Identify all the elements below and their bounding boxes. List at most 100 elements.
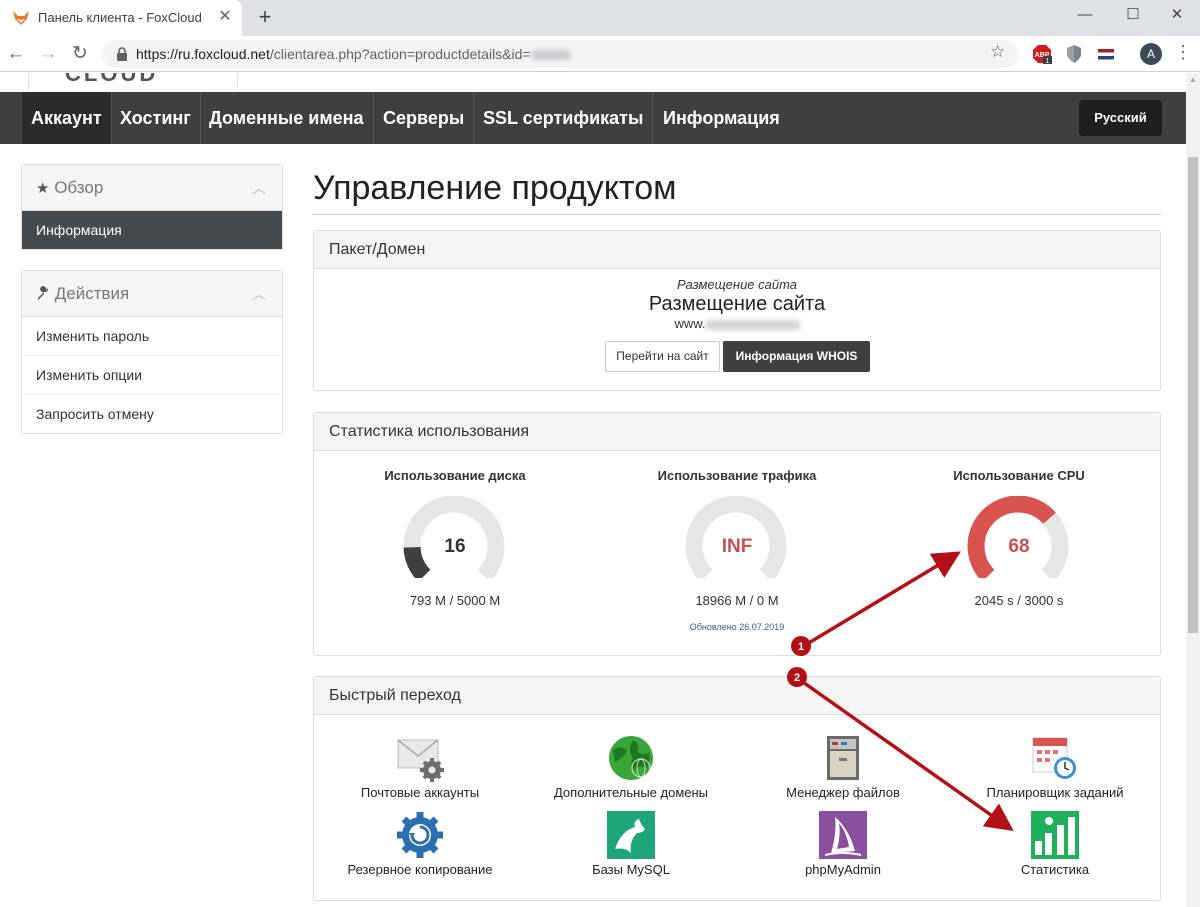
quicklink-statistics[interactable]: Статистика xyxy=(950,811,1160,881)
file-cabinet-icon xyxy=(827,736,859,780)
sidebar-item-change-options[interactable]: Изменить опции xyxy=(22,356,282,395)
quicklink-label: Резервное копирование xyxy=(347,862,493,877)
tab-close-icon[interactable]: ✕ xyxy=(216,8,234,26)
gauge-traffic: Использование трафика INF 18966 M / 0 M … xyxy=(596,451,878,651)
quicklink-mail-accounts[interactable]: Почтовые аккаунты xyxy=(315,734,525,804)
profile-avatar[interactable]: A xyxy=(1140,43,1162,65)
package-group: Размещение сайта xyxy=(676,277,798,292)
quicklinks-panel-header: Быстрый переход xyxy=(314,677,1160,715)
quicklink-mysql[interactable]: Базы MySQL xyxy=(526,811,736,881)
site-logo[interactable]: CLOUD xyxy=(28,73,238,91)
sidebar-item-change-password[interactable]: Изменить пароль xyxy=(22,317,282,356)
adblock-extension-icon[interactable]: ABP 1 xyxy=(1032,44,1052,65)
mail-gear-icon xyxy=(397,739,444,782)
scroll-up-icon[interactable]: ▲ xyxy=(1186,73,1200,87)
gauge-title: Использование CPU xyxy=(953,468,1085,483)
reload-icon[interactable]: ↻ xyxy=(68,42,92,66)
shield-extension-icon[interactable] xyxy=(1064,44,1084,64)
nav-info[interactable]: Информация xyxy=(654,92,789,144)
quicklink-addon-domains[interactable]: Дополнительные домены xyxy=(526,734,736,804)
page-viewport: CLOUD Аккаунт Хостинг Доменные имена Сер… xyxy=(0,73,1186,907)
back-icon[interactable]: ← xyxy=(4,42,28,66)
minimize-icon[interactable]: — xyxy=(1062,0,1108,30)
package-panel-header: Пакет/Домен xyxy=(314,231,1160,269)
package-name: Размещение сайта xyxy=(648,293,826,315)
package-panel: Пакет/Домен Размещение сайта Размещение … xyxy=(313,230,1161,391)
whois-button[interactable]: Информация WHOIS xyxy=(723,341,870,372)
sidebar-actions-header[interactable]: Действия ︿ xyxy=(22,271,282,317)
backup-gear-icon xyxy=(397,812,443,858)
browser-tab[interactable]: Панель клиента - FoxCloud ✕ xyxy=(0,0,242,36)
foxcloud-favicon-icon xyxy=(13,11,29,25)
usage-panel: Статистика использования Использование д… xyxy=(313,412,1161,656)
usage-panel-header: Статистика использования xyxy=(314,413,1160,451)
nav-hosting[interactable]: Хостинг xyxy=(111,92,201,144)
page-scrollbar[interactable]: ▲ xyxy=(1186,73,1200,907)
maximize-icon[interactable]: ☐ xyxy=(1110,0,1156,30)
quicklink-backup[interactable]: Резервное копирование xyxy=(315,811,525,881)
gauge-detail: 18966 M / 0 M xyxy=(695,593,779,608)
quicklink-label: Дополнительные домены xyxy=(553,785,709,800)
gauge-value: 16 xyxy=(444,536,466,557)
nav-servers[interactable]: Серверы xyxy=(374,92,475,144)
browser-tabstrip: Панель клиента - FoxCloud ✕ + — ☐ ✕ xyxy=(0,0,1200,36)
quicklink-label: Базы MySQL xyxy=(592,862,670,877)
package-domain: www. xyxy=(314,316,1160,331)
phpmyadmin-sail-icon xyxy=(819,811,867,859)
browser-toolbar: ← → ↻ https://ru.foxcloud.net/clientarea… xyxy=(0,36,1200,72)
nav-ssl[interactable]: SSL сертификаты xyxy=(474,92,654,144)
sidebar-overview-header[interactable]: ★ Обзор ︿ xyxy=(22,165,282,211)
gauge-value: INF xyxy=(721,536,753,557)
updated-date: Обновлено 26.07.2019 xyxy=(689,622,785,632)
quicklink-label: Планировщик заданий xyxy=(986,785,1124,800)
quicklinks-panel: Быстрый переход Почтовые аккаунты Дополн… xyxy=(313,676,1161,901)
sidebar-overview-panel: ★ Обзор ︿ Информация xyxy=(21,164,283,250)
quicklink-label: phpMyAdmin xyxy=(805,862,881,877)
nav-account[interactable]: Аккаунт xyxy=(22,92,112,144)
mysql-dolphin-icon xyxy=(607,811,655,859)
chevron-up-icon[interactable]: ︿ xyxy=(252,271,266,317)
wrench-icon xyxy=(36,284,55,303)
sidebar-actions-panel: Действия ︿ Изменить пароль Изменить опци… xyxy=(21,270,283,434)
gauge-value: 68 xyxy=(1008,536,1030,557)
scroll-thumb[interactable] xyxy=(1188,157,1198,633)
chevron-up-icon[interactable]: ︿ xyxy=(252,165,266,211)
gauge-cpu: Использование CPU 68 2045 s / 3000 s xyxy=(878,451,1160,651)
statistics-chart-icon xyxy=(1031,811,1079,859)
visit-site-button[interactable]: Перейти на сайт xyxy=(605,341,720,372)
quicklink-phpmyadmin[interactable]: phpMyAdmin xyxy=(738,811,948,881)
flag-extension-icon[interactable] xyxy=(1096,44,1116,64)
quicklink-file-manager[interactable]: Менеджер файлов xyxy=(738,734,948,804)
quicklink-label: Статистика xyxy=(1020,862,1090,877)
nav-domains[interactable]: Доменные имена xyxy=(200,92,374,144)
forward-icon[interactable]: → xyxy=(36,42,60,66)
sidebar-overview-title: Обзор xyxy=(54,178,104,197)
title-divider xyxy=(313,214,1161,215)
sidebar-item-info[interactable]: Информация xyxy=(22,211,282,249)
window-close-icon[interactable]: ✕ xyxy=(1154,0,1200,30)
gauge-disk: Использование диска 16 793 M / 5000 M xyxy=(314,451,596,651)
tab-title: Панель клиента - FoxCloud xyxy=(38,10,202,25)
gauge-title: Использование диска xyxy=(384,468,526,483)
sidebar-actions-title: Действия xyxy=(54,284,130,303)
page-title: Управление продуктом xyxy=(313,169,677,207)
sidebar-item-request-cancel[interactable]: Запросить отмену xyxy=(22,395,282,434)
quicklink-label: Менеджер файлов xyxy=(786,785,900,800)
lock-icon xyxy=(117,47,127,61)
globe-icon xyxy=(609,736,653,780)
gauge-detail: 2045 s / 3000 s xyxy=(974,593,1064,608)
quicklink-cron[interactable]: Планировщик заданий xyxy=(950,734,1160,804)
star-icon: ★ xyxy=(36,180,50,197)
svg-text:1: 1 xyxy=(1046,58,1050,64)
bookmark-star-icon[interactable]: ☆ xyxy=(990,42,1005,62)
quicklink-label: Почтовые аккаунты xyxy=(360,785,480,800)
main-navigation: Аккаунт Хостинг Доменные имена Серверы S… xyxy=(0,92,1186,144)
new-tab-icon[interactable]: + xyxy=(254,6,276,28)
calendar-clock-icon xyxy=(1032,737,1076,779)
address-bar[interactable]: https://ru.foxcloud.net/clientarea.php?a… xyxy=(102,40,1018,68)
gauge-detail: 793 M / 5000 M xyxy=(409,593,501,608)
language-button[interactable]: Русский xyxy=(1079,100,1162,136)
gauge-title: Использование трафика xyxy=(657,468,817,483)
url-text: https://ru.foxcloud.net/clientarea.php?a… xyxy=(136,46,571,62)
browser-menu-icon[interactable]: ⋮ xyxy=(1174,42,1192,63)
